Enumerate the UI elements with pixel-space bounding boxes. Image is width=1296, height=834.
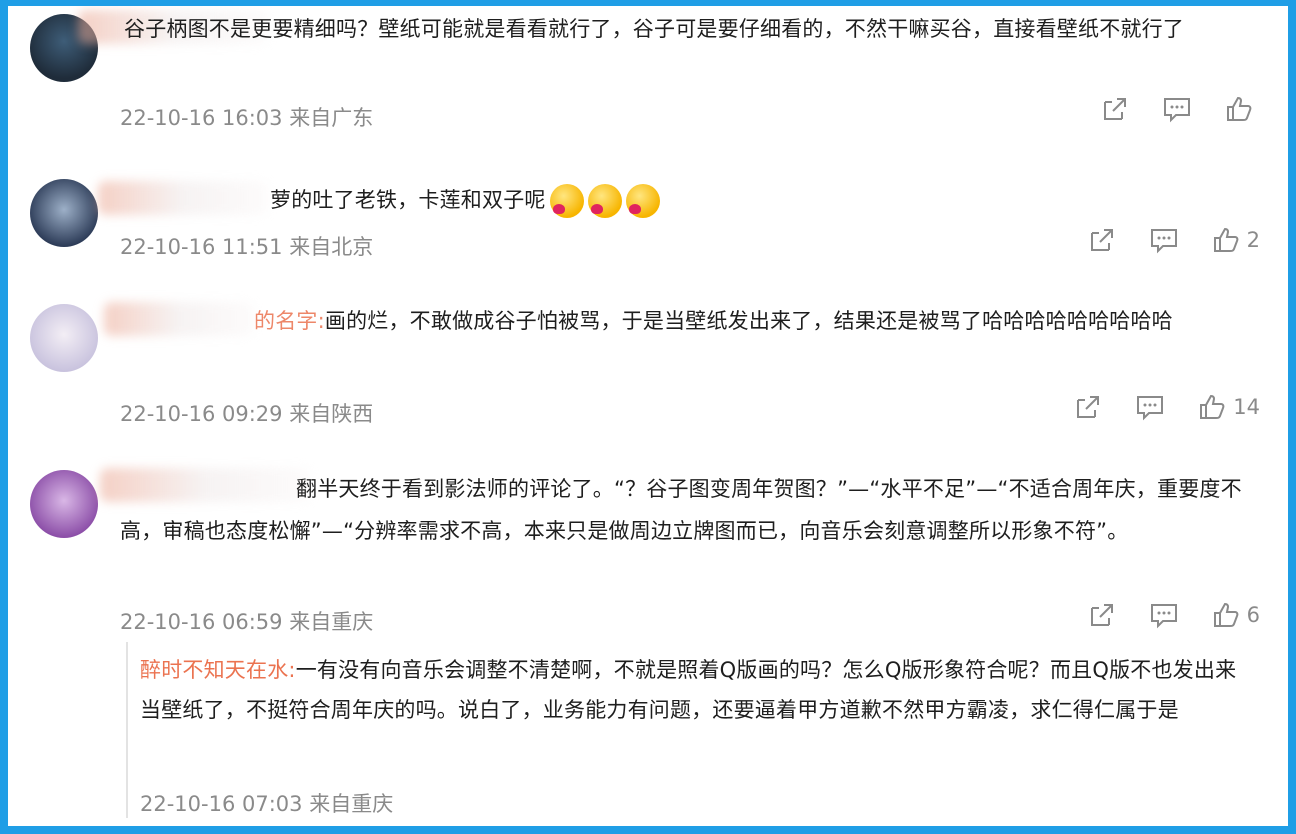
comment-body: 萝的吐了老铁，卡莲和双子呢 [270, 188, 546, 212]
share-button[interactable] [1073, 392, 1103, 422]
comment-item: 谷子柄图不是更要精细吗？壁纸可能就是看看就行了，谷子可是要仔细看的，不然干嘛买谷… [8, 6, 1288, 146]
like-icon [1227, 96, 1252, 121]
like-icon [1213, 602, 1239, 627]
reply-meta: 22-10-16 07:03 来自重庆 [140, 792, 394, 816]
comment-icon [1137, 396, 1164, 421]
comment-text: 萝的吐了老铁，卡莲和双子呢 [270, 179, 1170, 221]
share-icon [1077, 396, 1100, 418]
reply-body: 一有没有向音乐会调整不清楚啊，不就是照着Q版画的吗？怎么Q版形象符合呢？而且Q版… [140, 658, 1237, 722]
comment-button[interactable] [1149, 600, 1179, 630]
share-icon [1104, 98, 1126, 120]
share-button[interactable] [1087, 600, 1117, 630]
like-icon [1213, 227, 1239, 252]
comment-text: 谷子柄图不是更要精细吗？壁纸可能就是看看就行了，谷子可是要仔细看的，不然干嘛买谷… [124, 17, 1184, 41]
avatar[interactable] [30, 304, 98, 372]
emoji-icon [549, 184, 584, 218]
emoji-icon [625, 184, 660, 218]
like-button[interactable]: 14 [1197, 392, 1260, 422]
comment-meta: 22-10-16 09:29 来自陕西 [120, 402, 374, 426]
comment-button[interactable] [1162, 94, 1192, 124]
comment-actions: 2 [1087, 225, 1260, 255]
comment-actions [1100, 94, 1260, 124]
username-suffix[interactable]: 的名字: [254, 309, 325, 333]
comment-button[interactable] [1149, 225, 1179, 255]
share-icon [1090, 229, 1113, 251]
comment-meta: 22-10-16 11:51 来自北京 [120, 235, 374, 259]
emoji-icon [587, 184, 622, 218]
reply-text: 醉时不知天在水:一有没有向音乐会调整不清楚啊，不就是照着Q版画的吗？怎么Q版形象… [140, 650, 1250, 730]
comment-item: 的名字:画的烂，不敢做成谷子怕被骂，于是当壁纸发出来了，结果还是被骂了哈哈哈哈哈… [8, 296, 1288, 436]
reply-item: 醉时不知天在水:一有没有向音乐会调整不清楚啊，不就是照着Q版画的吗？怎么Q版形象… [8, 650, 1288, 820]
comment-meta: 22-10-16 06:59 来自重庆 [120, 610, 374, 634]
share-button[interactable] [1087, 225, 1117, 255]
like-icon [1200, 394, 1225, 419]
comment-item: 翻半天终于看到影法师的评论了。“？谷子图变周年贺图？”—“水平不足”—“不适合周… [8, 464, 1288, 634]
like-count: 6 [1246, 603, 1260, 627]
comment-icon [1150, 229, 1177, 254]
like-button[interactable]: 2 [1211, 225, 1260, 255]
share-icon [1090, 604, 1113, 626]
comment-list: 谷子柄图不是更要精细吗？壁纸可能就是看看就行了，谷子可是要仔细看的，不然干嘛买谷… [8, 6, 1288, 826]
username-blurred [98, 181, 268, 215]
like-count: 14 [1233, 395, 1260, 419]
like-button[interactable]: 6 [1211, 600, 1260, 630]
comment-actions: 6 [1087, 600, 1260, 630]
comment-body: 画的烂，不敢做成谷子怕被骂，于是当壁纸发出来了，结果还是被骂了哈哈哈哈哈哈哈哈哈 [324, 309, 1173, 333]
comment-item: 萝的吐了老铁，卡莲和双子呢 22-10-16 11:51 来自北京 2 [8, 171, 1288, 281]
avatar[interactable] [30, 470, 98, 538]
avatar[interactable] [30, 179, 98, 247]
like-count: 2 [1246, 228, 1260, 252]
reply-username[interactable]: 醉时不知天在水: [140, 658, 296, 682]
comment-icon [1164, 98, 1190, 123]
comment-text: 翻半天终于看到影法师的评论了。“？谷子图变周年贺图？”—“水平不足”—“不适合周… [120, 468, 1260, 552]
comment-icon [1150, 604, 1177, 629]
comment-text: 的名字:画的烂，不敢做成谷子怕被骂，于是当壁纸发出来了，结果还是被骂了哈哈哈哈哈… [120, 300, 1260, 342]
comment-body: 翻半天终于看到影法师的评论了。“？谷子图变周年贺图？”—“水平不足”—“不适合周… [120, 477, 1242, 543]
like-button[interactable] [1224, 94, 1260, 124]
share-button[interactable] [1100, 94, 1130, 124]
comment-meta: 22-10-16 16:03 来自广东 [120, 106, 374, 130]
comment-actions: 14 [1073, 392, 1260, 422]
comment-button[interactable] [1135, 392, 1165, 422]
